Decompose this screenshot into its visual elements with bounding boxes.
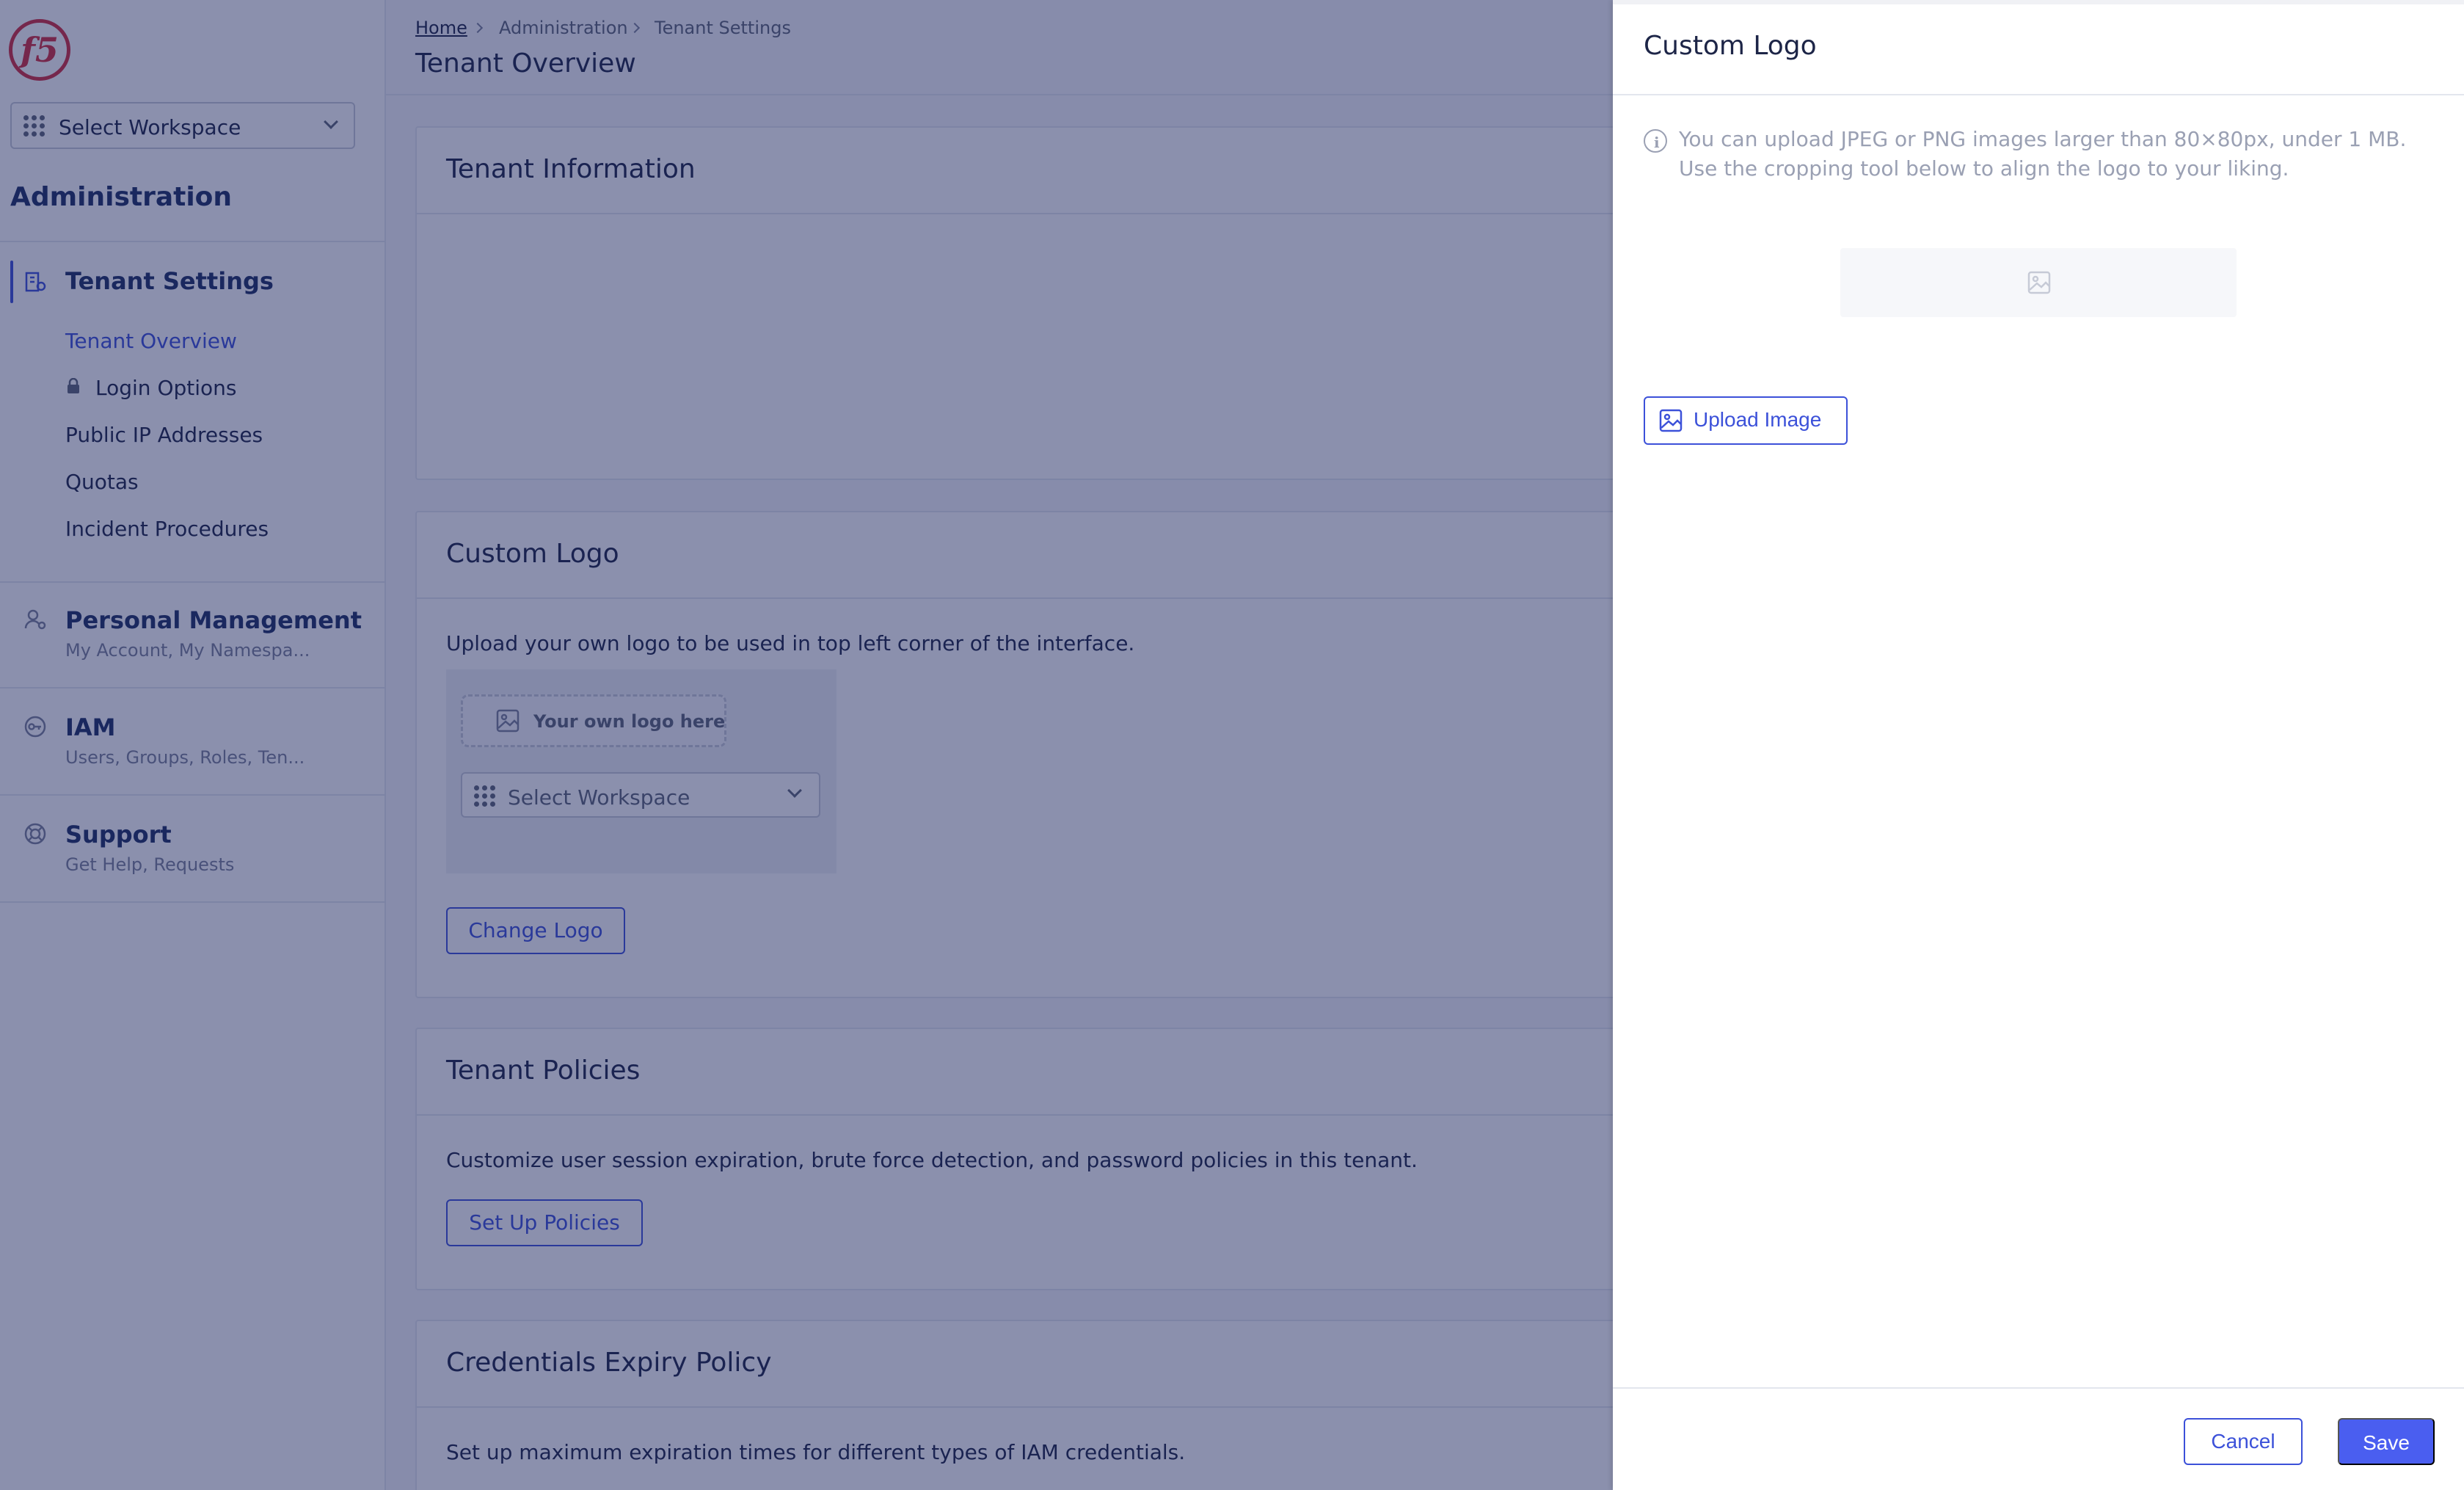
image-icon bbox=[1659, 409, 1683, 432]
upload-image-button[interactable]: Upload Image bbox=[1644, 396, 1848, 445]
divider bbox=[1613, 1387, 2464, 1389]
drawer-info-text: You can upload JPEG or PNG images larger… bbox=[1679, 127, 2407, 181]
divider bbox=[1613, 94, 2464, 95]
image-icon bbox=[2027, 271, 2051, 294]
modal-backdrop[interactable] bbox=[0, 0, 1613, 1490]
drawer-top-border bbox=[1613, 0, 2464, 4]
cancel-button[interactable]: Cancel bbox=[2184, 1418, 2303, 1465]
drawer-title: Custom Logo bbox=[1644, 31, 1817, 61]
custom-logo-drawer: Custom Logo i You can upload JPEG or PNG… bbox=[1613, 0, 2464, 1490]
info-icon: i bbox=[1644, 129, 1667, 153]
logo-crop-area[interactable] bbox=[1840, 248, 2237, 317]
save-button[interactable]: Save bbox=[2338, 1418, 2435, 1465]
app-window: f5 Select Workspace Administration Tenan… bbox=[0, 0, 2464, 1490]
upload-image-label: Upload Image bbox=[1694, 408, 1822, 431]
